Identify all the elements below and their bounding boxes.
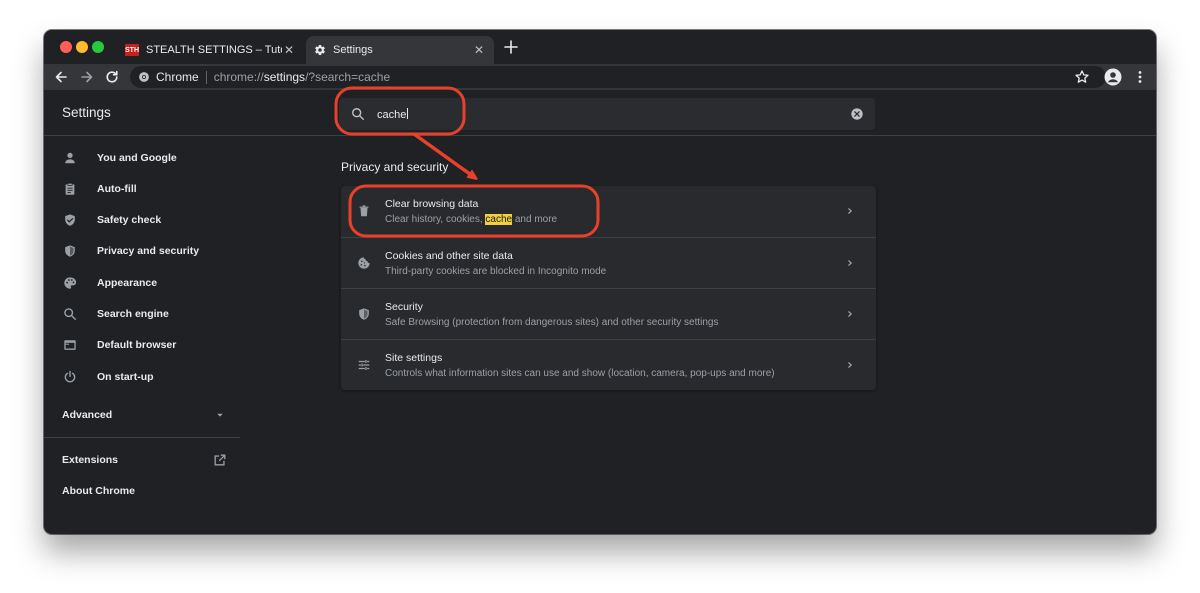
settings-card: Clear browsing data Clear history, cooki… (341, 186, 876, 390)
sidebar-item-about-chrome[interactable]: About Chrome (44, 476, 240, 506)
address-bar[interactable]: Chrome chrome://settings/?search=cache (130, 66, 1106, 88)
reload-icon[interactable] (104, 69, 120, 85)
sth-favicon-icon: STH (125, 44, 139, 56)
sidebar-item-label: Search engine (97, 308, 169, 320)
sidebar-advanced-toggle[interactable]: Advanced (44, 400, 240, 430)
section-title: Privacy and security (341, 160, 449, 174)
toolbar: Chrome chrome://settings/?search=cache (44, 64, 1156, 90)
chrome-icon (139, 72, 149, 82)
sidebar-item-auto-fill[interactable]: Auto-fill (44, 174, 240, 204)
sidebar-item-default-browser[interactable]: Default browser (44, 330, 240, 360)
url-scheme: chrome:// (213, 70, 264, 84)
tab-stealth-settings[interactable]: STH STEALTH SETTINGS – Tutorials ✕ (117, 36, 304, 64)
sidebar-item-label: Appearance (97, 277, 158, 289)
sidebar-extensions-label: Extensions (62, 454, 119, 466)
url-path: /?search=cache (305, 70, 391, 84)
external-link-icon (214, 454, 226, 466)
minimize-window-button[interactable] (76, 41, 88, 53)
sidebar-item-label: Auto-fill (97, 183, 137, 195)
row-clear-browsing-data[interactable]: Clear browsing data Clear history, cooki… (341, 186, 876, 237)
clear-icon[interactable] (850, 107, 864, 121)
row-subtitle: Clear history, cookies, cache and more (385, 214, 558, 225)
sidebar-item-privacy-and-security[interactable]: Privacy and security (44, 236, 240, 266)
tab-title: Settings (333, 44, 373, 56)
tab-close-icon[interactable]: ✕ (282, 43, 296, 57)
url-host: settings (263, 70, 306, 84)
chevron-right-icon (848, 311, 852, 317)
sidebar-item-label: Privacy and security (97, 245, 200, 257)
more-menu-icon[interactable] (1132, 69, 1148, 85)
sidebar-item-label: Default browser (97, 339, 177, 351)
search-query: cache (377, 108, 409, 121)
sidebar-item-label: Safety check (97, 214, 162, 226)
sidebar-about-label: About Chrome (62, 485, 135, 497)
tab-close-icon[interactable]: ✕ (472, 43, 486, 57)
settings-header: Settings cache (44, 90, 1156, 136)
gear-icon (315, 45, 325, 56)
trash-icon (359, 205, 369, 217)
row-site-settings[interactable]: Site settings Controls what information … (341, 339, 876, 390)
row-title: Clear browsing data (385, 198, 479, 210)
shield-icon (359, 308, 369, 320)
sidebar-advanced-label: Advanced (62, 409, 113, 421)
chevron-right-icon (848, 208, 852, 214)
close-window-button[interactable] (60, 41, 72, 53)
maximize-window-button[interactable] (92, 41, 104, 53)
palette-icon (64, 277, 77, 289)
row-title: Cookies and other site data (385, 250, 513, 262)
row-title: Site settings (385, 352, 443, 364)
back-arrow-icon[interactable] (53, 69, 69, 85)
row-title: Security (385, 301, 423, 313)
browser-window: STH STEALTH SETTINGS – Tutorials ✕ Setti… (44, 30, 1156, 534)
text-caret (407, 108, 409, 119)
star-icon[interactable] (1074, 69, 1090, 85)
cookie-icon (358, 257, 370, 269)
site-chip: Chrome (156, 70, 199, 84)
sidebar-item-search-engine[interactable]: Search engine (44, 299, 240, 329)
sidebar-item-label: On start-up (97, 371, 154, 383)
omnibox-divider (205, 70, 207, 84)
search-icon (352, 108, 364, 120)
sidebar-item-extensions[interactable]: Extensions (44, 445, 240, 475)
tab-settings[interactable]: Settings ✕ (306, 36, 494, 64)
row-subtitle: Controls what information sites can use … (385, 368, 775, 379)
sidebar-item-safety-check[interactable]: Safety check (44, 205, 240, 235)
row-subtitle: Third-party cookies are blocked in Incog… (385, 266, 607, 277)
chevron-right-icon (848, 260, 852, 266)
row-cookies[interactable]: Cookies and other site data Third-party … (341, 237, 876, 288)
tune-icon (358, 360, 370, 370)
search-highlight: cache (485, 214, 513, 225)
clipboard-icon (65, 182, 75, 195)
search-input[interactable]: cache (339, 98, 875, 130)
chevron-right-icon (848, 362, 852, 368)
caret-down-icon (217, 413, 223, 417)
sidebar-divider (44, 437, 240, 438)
row-subtitle: Safe Browsing (protection from dangerous… (385, 317, 719, 328)
plus-icon[interactable] (503, 39, 519, 55)
search-icon (64, 308, 76, 320)
forward-arrow-icon[interactable] (79, 69, 95, 85)
person-icon (65, 152, 75, 164)
sidebar-item-label: You and Google (97, 152, 177, 164)
tab-strip: STH STEALTH SETTINGS – Tutorials ✕ Setti… (44, 30, 1156, 64)
sidebar-item-appearance[interactable]: Appearance (44, 268, 240, 298)
shield-check-icon (65, 214, 75, 226)
shield-icon (65, 245, 75, 257)
sidebar-item-on-start-up[interactable]: On start-up (44, 362, 240, 392)
power-icon (64, 370, 76, 383)
page-title: Settings (62, 105, 111, 120)
tab-title: STEALTH SETTINGS – Tutorials (146, 44, 282, 56)
profile-avatar-icon[interactable] (1104, 68, 1122, 86)
browser-icon (64, 340, 76, 350)
sidebar-item-you-and-google[interactable]: You and Google (44, 143, 240, 173)
row-security[interactable]: Security Safe Browsing (protection from … (341, 288, 876, 339)
